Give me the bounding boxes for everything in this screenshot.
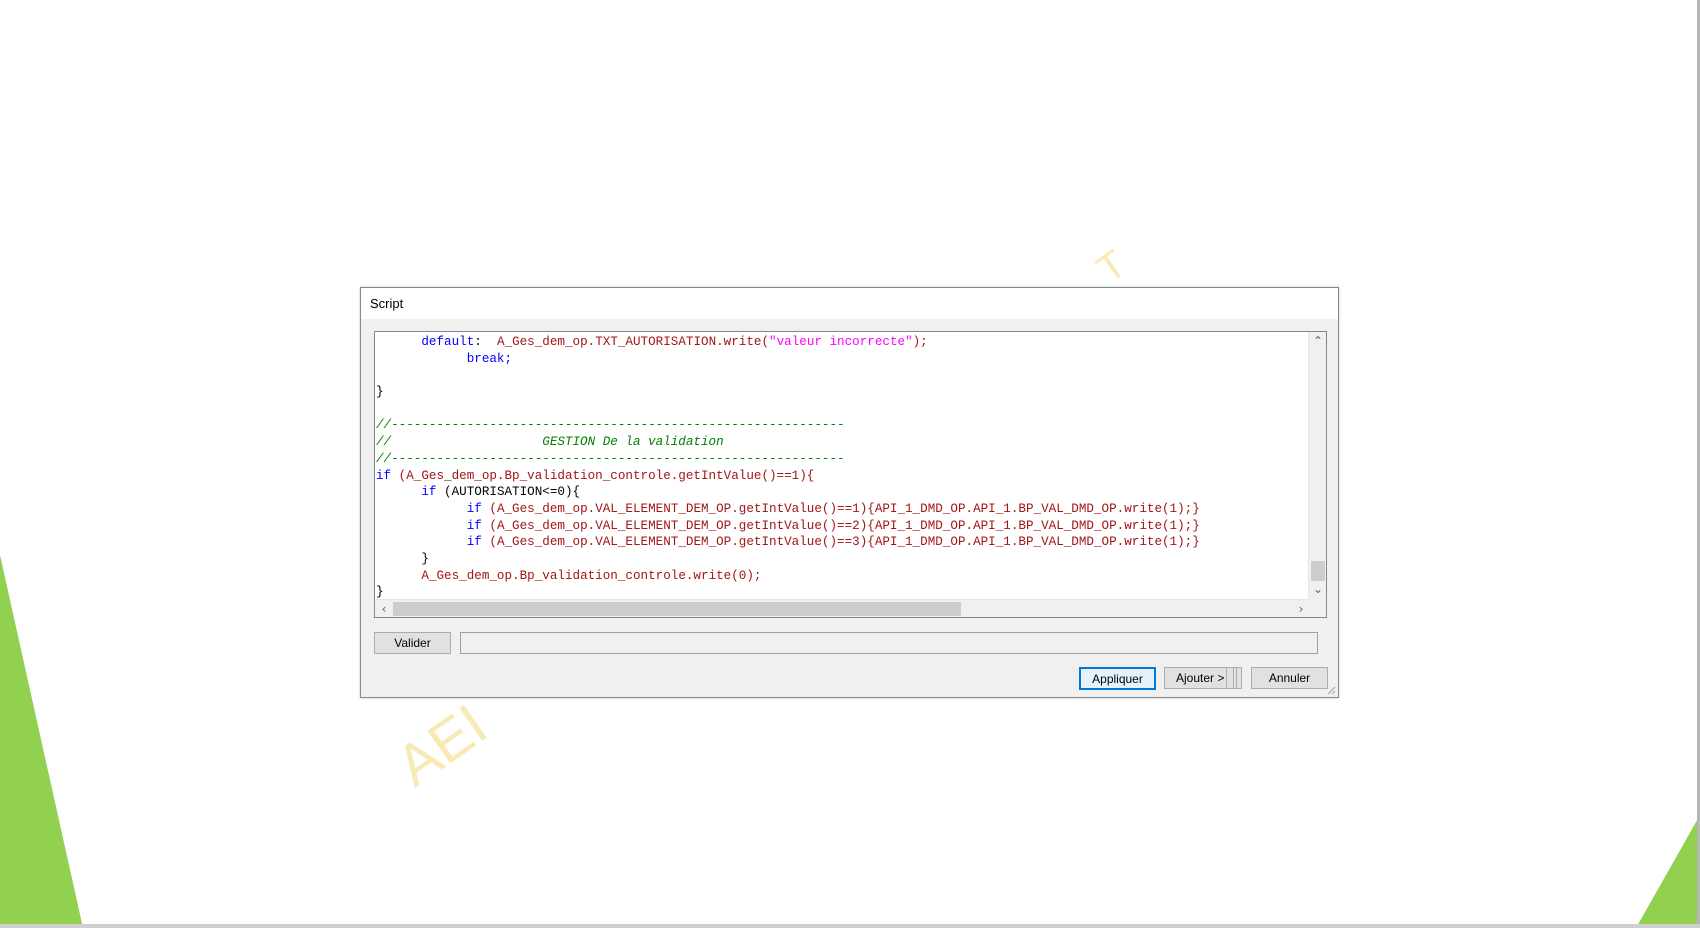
code-token: if (466, 501, 482, 516)
code-token: (A_Ges_dem_op.VAL_ELEMENT_DEM_OP.getIntV… (481, 518, 1200, 533)
code-token: break; (466, 351, 513, 366)
code-line: } (376, 384, 1308, 401)
code-line: if (A_Ges_dem_op.VAL_ELEMENT_DEM_OP.getI… (376, 501, 1308, 518)
code-line: //--------------------------------------… (376, 417, 1308, 434)
left-green-triangle (0, 555, 83, 928)
code-token: } (376, 551, 429, 566)
resize-grip-icon[interactable] (1326, 685, 1336, 695)
code-line: default: A_Ges_dem_op.TXT_AUTORISATION.w… (376, 334, 1308, 351)
code-line: if (AUTORISATION<=0){ (376, 484, 1308, 501)
code-token: //--------------------------------------… (376, 418, 845, 433)
horizontal-scroll-thumb[interactable] (393, 602, 961, 616)
script-dialog: Script default: A_Ges_dem_op.TXT_AUTORIS… (360, 287, 1339, 698)
script-editor[interactable]: default: A_Ges_dem_op.TXT_AUTORISATION.w… (374, 331, 1327, 618)
code-line: A_Ges_dem_op.Bp_validation_controle.writ… (376, 568, 1308, 585)
code-token: default (421, 335, 475, 349)
code-token: A_Ges_dem_op.Bp_validation_controle.writ… (421, 568, 762, 583)
code-token: (A_Ges_dem_op.VAL_ELEMENT_DEM_OP.getIntV… (481, 501, 1200, 516)
code-token: : (474, 335, 497, 349)
vertical-scroll-thumb[interactable] (1311, 561, 1325, 581)
code-token: (A_Ges_dem_op.Bp_validation_controle.get… (391, 468, 815, 483)
code-line: if (A_Ges_dem_op.VAL_ELEMENT_DEM_OP.getI… (376, 534, 1308, 551)
code-line: if (A_Ges_dem_op.Bp_validation_controle.… (376, 468, 1308, 485)
code-text-area[interactable]: default: A_Ges_dem_op.TXT_AUTORISATION.w… (376, 334, 1308, 599)
code-token: (AUTORISATION<=0){ (436, 485, 581, 500)
code-token: (A_Ges_dem_op.VAL_ELEMENT_DEM_OP.getIntV… (481, 535, 1200, 550)
code-token: } (376, 585, 384, 599)
dialog-title: Script (370, 296, 404, 311)
code-token: if (421, 485, 437, 500)
code-line: break; (376, 351, 1308, 368)
code-token: "valeur incorrecte" (769, 335, 913, 349)
annuler-button[interactable]: Annuler (1251, 667, 1328, 689)
scrollbar-corner (1308, 599, 1326, 617)
code-line: } (376, 584, 1308, 599)
slide-bottom-edge (0, 924, 1700, 928)
dialog-titlebar: Script (361, 288, 1338, 319)
horizontal-scrollbar[interactable]: ‹ › (375, 599, 1310, 617)
vertical-scrollbar[interactable]: ⌃ ⌄ (1308, 332, 1326, 600)
appliquer-button[interactable]: Appliquer (1079, 667, 1156, 690)
code-token: } (376, 385, 384, 400)
ajouter-label: Ajouter > (1176, 671, 1225, 685)
code-line: if (A_Ges_dem_op.VAL_ELEMENT_DEM_OP.getI… (376, 518, 1308, 535)
code-token: if (466, 518, 482, 533)
ajouter-split-handle[interactable] (1226, 668, 1243, 688)
code-token: ); (912, 335, 928, 349)
code-token: // GESTION De la validation (376, 435, 724, 450)
code-token: if (376, 468, 392, 483)
code-token: if (466, 535, 482, 550)
code-line: } (376, 551, 1308, 568)
valider-button[interactable]: Valider (374, 632, 451, 654)
code-line: //--------------------------------------… (376, 451, 1308, 468)
code-line: // GESTION De la validation (376, 434, 1308, 451)
scroll-left-icon[interactable]: ‹ (375, 601, 393, 617)
code-token: A_Ges_dem_op.TXT_AUTORISATION.write( (496, 335, 770, 349)
scroll-up-icon[interactable]: ⌃ (1309, 333, 1326, 349)
right-green-triangle (1636, 815, 1700, 928)
code-token: //--------------------------------------… (376, 451, 845, 466)
validation-message-field (460, 632, 1318, 654)
scroll-down-icon[interactable]: ⌄ (1309, 581, 1326, 597)
